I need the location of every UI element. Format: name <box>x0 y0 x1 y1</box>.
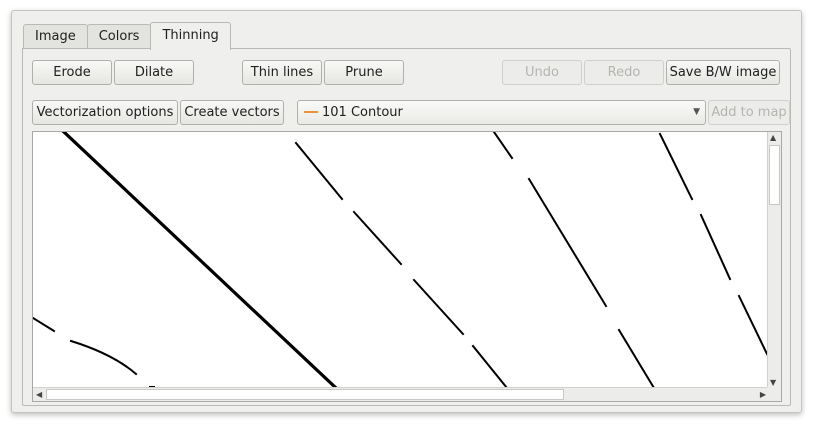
thin-lines-button[interactable]: Thin lines <box>242 60 322 85</box>
dilate-button[interactable]: Dilate <box>114 60 194 85</box>
tab-image[interactable]: Image <box>23 24 88 49</box>
symbol-select-value: 101 Contour <box>322 105 403 120</box>
bw-image <box>33 132 768 388</box>
thinned-image-canvas[interactable]: ▲ ▼ ◀ ▶ <box>32 131 782 402</box>
vertical-scrollbar[interactable]: ▲ ▼ <box>767 132 781 388</box>
scroll-up-icon[interactable]: ▲ <box>770 133 776 142</box>
redo-button[interactable]: Redo <box>584 60 664 85</box>
scroll-left-icon[interactable]: ◀ <box>36 388 42 401</box>
thinning-panel: Erode Dilate Thin lines Prune Undo Redo … <box>22 48 791 406</box>
scroll-right-icon[interactable]: ▶ <box>760 388 766 401</box>
vectorization-options-button[interactable]: Vectorization options <box>32 100 178 125</box>
horizontal-scrollbar[interactable]: ◀ ▶ <box>33 387 781 401</box>
scrollbar-corner <box>767 387 781 401</box>
prune-button[interactable]: Prune <box>324 60 404 85</box>
tab-thinning[interactable]: Thinning <box>150 22 231 50</box>
erode-button[interactable]: Erode <box>32 60 112 85</box>
scroll-down-icon[interactable]: ▼ <box>770 378 776 387</box>
add-to-map-button[interactable]: Add to map <box>708 100 790 125</box>
save-bw-image-button[interactable]: Save B/W image <box>666 60 780 85</box>
symbol-line-icon <box>304 110 318 113</box>
vertical-scroll-thumb[interactable] <box>769 145 780 205</box>
symbol-select[interactable]: 101 Contour ▼ <box>297 100 706 125</box>
thinning-dialog: Image Colors Thinning Erode Dilate Thin … <box>11 10 802 413</box>
tab-bar: Image Colors Thinning <box>23 22 231 50</box>
create-vectors-button[interactable]: Create vectors <box>180 100 284 125</box>
horizontal-scroll-thumb[interactable] <box>46 389 564 400</box>
tab-colors[interactable]: Colors <box>86 24 152 49</box>
undo-button[interactable]: Undo <box>502 60 582 85</box>
chevron-down-icon: ▼ <box>693 107 700 117</box>
